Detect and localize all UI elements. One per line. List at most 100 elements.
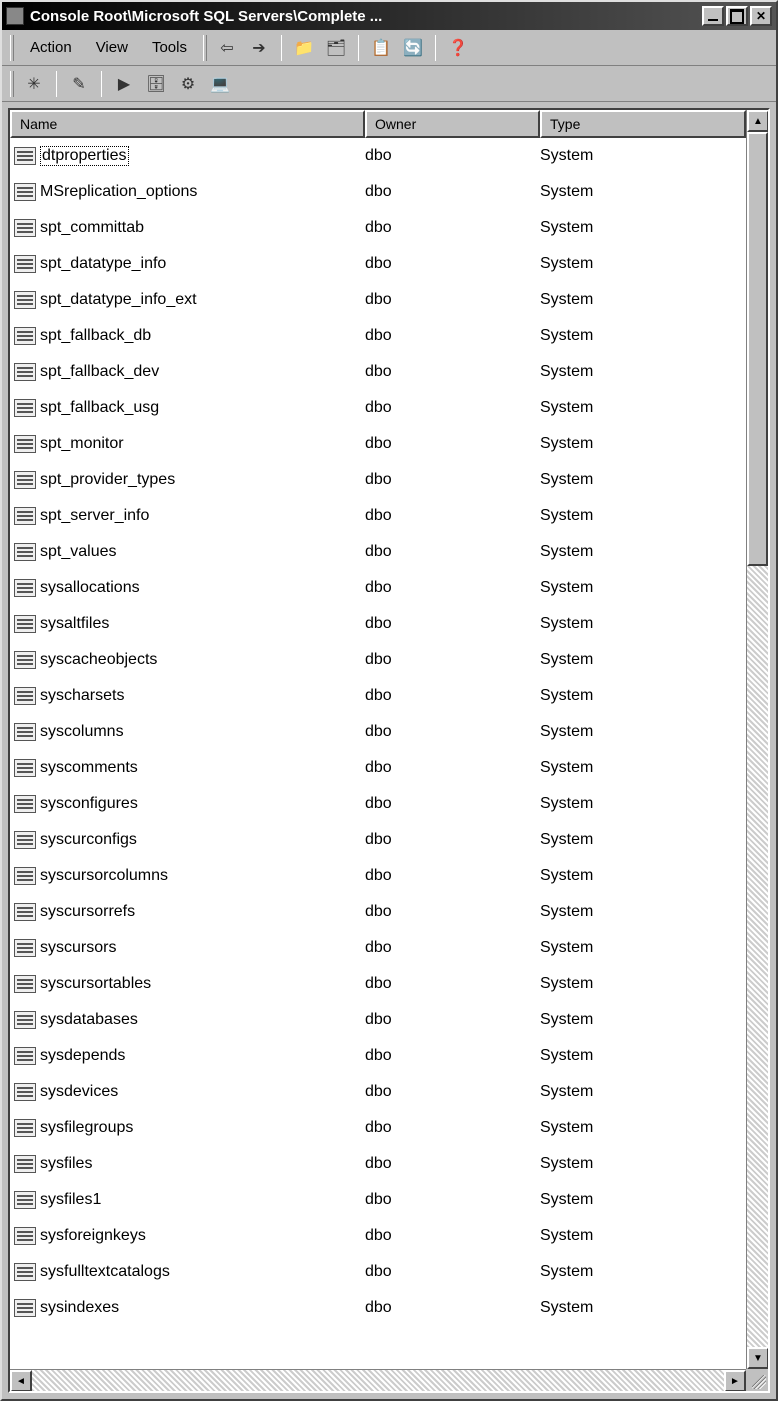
- toolbar-grip[interactable]: [203, 35, 207, 61]
- toolbar-grip[interactable]: [10, 71, 14, 97]
- column-header-type[interactable]: Type: [540, 110, 746, 138]
- cell-name[interactable]: syscursorcolumns: [14, 867, 365, 885]
- cell-name[interactable]: sysconfigures: [14, 795, 365, 813]
- table-row[interactable]: sysfilesdboSystem: [10, 1146, 746, 1182]
- table-row[interactable]: spt_monitordboSystem: [10, 426, 746, 462]
- table-row[interactable]: sysdatabasesdboSystem: [10, 1002, 746, 1038]
- database-icon[interactable]: 🗄: [142, 70, 170, 98]
- table-row[interactable]: spt_committabdboSystem: [10, 210, 746, 246]
- scroll-up-button[interactable]: ▲: [747, 110, 768, 132]
- cell-name[interactable]: syscursors: [14, 939, 365, 957]
- cell-name[interactable]: syscursorrefs: [14, 903, 365, 921]
- table-row[interactable]: spt_provider_typesdboSystem: [10, 462, 746, 498]
- query-icon[interactable]: 💻: [206, 70, 234, 98]
- menu-tools[interactable]: Tools: [140, 35, 199, 60]
- cell-name[interactable]: sysdepends: [14, 1047, 365, 1065]
- table-row[interactable]: syscacheobjectsdboSystem: [10, 642, 746, 678]
- cell-name[interactable]: syscolumns: [14, 723, 365, 741]
- horizontal-scrollbar[interactable]: ◄ ►: [10, 1369, 746, 1391]
- toolbar-grip[interactable]: [10, 35, 14, 61]
- cell-name[interactable]: sysallocations: [14, 579, 365, 597]
- cell-name[interactable]: dtproperties: [14, 146, 365, 166]
- titlebar[interactable]: Console Root\Microsoft SQL Servers\Compl…: [2, 2, 776, 30]
- column-header-name[interactable]: Name: [10, 110, 365, 138]
- new-sparkle-icon[interactable]: ✳: [20, 70, 48, 98]
- cell-name[interactable]: syscursortables: [14, 975, 365, 993]
- table-row[interactable]: syscharsetsdboSystem: [10, 678, 746, 714]
- table-row[interactable]: sysfilegroupsdboSystem: [10, 1110, 746, 1146]
- menu-view[interactable]: View: [84, 35, 140, 60]
- properties-icon[interactable]: 📋: [367, 34, 395, 62]
- table-body[interactable]: dtpropertiesdboSystemMSreplication_optio…: [10, 138, 746, 1369]
- table-row[interactable]: sysallocationsdboSystem: [10, 570, 746, 606]
- vertical-scrollbar[interactable]: ▲ ▼: [746, 110, 768, 1369]
- cell-name[interactable]: spt_monitor: [14, 435, 365, 453]
- cell-name[interactable]: spt_fallback_dev: [14, 363, 365, 381]
- help-icon[interactable]: ❓: [444, 34, 472, 62]
- cell-name[interactable]: MSreplication_options: [14, 183, 365, 201]
- service-icon[interactable]: ⚙: [174, 70, 202, 98]
- forward-arrow-icon[interactable]: ➔: [245, 34, 273, 62]
- table-row[interactable]: syscurconfigsdboSystem: [10, 822, 746, 858]
- table-row[interactable]: syscommentsdboSystem: [10, 750, 746, 786]
- table-row[interactable]: syscolumnsdboSystem: [10, 714, 746, 750]
- scroll-down-button[interactable]: ▼: [747, 1347, 768, 1369]
- cell-name[interactable]: sysforeignkeys: [14, 1227, 365, 1245]
- table-row[interactable]: spt_fallback_usgdboSystem: [10, 390, 746, 426]
- scroll-track-h[interactable]: [32, 1370, 724, 1391]
- show-list-icon[interactable]: 🗂: [322, 34, 350, 62]
- cell-name[interactable]: syscacheobjects: [14, 651, 365, 669]
- cell-name[interactable]: spt_server_info: [14, 507, 365, 525]
- cell-name[interactable]: syscharsets: [14, 687, 365, 705]
- scroll-left-button[interactable]: ◄: [10, 1370, 32, 1392]
- cell-name[interactable]: sysindexes: [14, 1299, 365, 1317]
- column-header-owner[interactable]: Owner: [365, 110, 540, 138]
- scroll-track[interactable]: [747, 132, 768, 1347]
- table-row[interactable]: spt_fallback_dbdboSystem: [10, 318, 746, 354]
- cell-name[interactable]: spt_values: [14, 543, 365, 561]
- cell-name[interactable]: sysfulltextcatalogs: [14, 1263, 365, 1281]
- cell-name[interactable]: sysfilegroups: [14, 1119, 365, 1137]
- table-row[interactable]: sysconfiguresdboSystem: [10, 786, 746, 822]
- refresh-icon[interactable]: 🔄: [399, 34, 427, 62]
- cell-name[interactable]: spt_committab: [14, 219, 365, 237]
- back-arrow-icon[interactable]: ⇦: [213, 34, 241, 62]
- table-row[interactable]: sysfulltextcatalogsdboSystem: [10, 1254, 746, 1290]
- table-row[interactable]: sysdevicesdboSystem: [10, 1074, 746, 1110]
- minimize-button[interactable]: [702, 6, 724, 26]
- cell-name[interactable]: syscomments: [14, 759, 365, 777]
- table-row[interactable]: sysforeignkeysdboSystem: [10, 1218, 746, 1254]
- table-row[interactable]: syscursorrefsdboSystem: [10, 894, 746, 930]
- cell-name[interactable]: sysaltfiles: [14, 615, 365, 633]
- cell-name[interactable]: syscurconfigs: [14, 831, 365, 849]
- scroll-right-button[interactable]: ►: [724, 1370, 746, 1392]
- cell-name[interactable]: sysdatabases: [14, 1011, 365, 1029]
- cell-name[interactable]: spt_provider_types: [14, 471, 365, 489]
- cell-name[interactable]: spt_fallback_db: [14, 327, 365, 345]
- table-row[interactable]: MSreplication_optionsdboSystem: [10, 174, 746, 210]
- table-row[interactable]: spt_fallback_devdboSystem: [10, 354, 746, 390]
- scroll-thumb[interactable]: [747, 132, 768, 566]
- table-row[interactable]: syscursorsdboSystem: [10, 930, 746, 966]
- table-row[interactable]: syscursortablesdboSystem: [10, 966, 746, 1002]
- resize-grip[interactable]: [746, 1369, 768, 1391]
- table-row[interactable]: sysaltfilesdboSystem: [10, 606, 746, 642]
- table-row[interactable]: spt_datatype_infodboSystem: [10, 246, 746, 282]
- cell-name[interactable]: sysdevices: [14, 1083, 365, 1101]
- cell-name[interactable]: spt_fallback_usg: [14, 399, 365, 417]
- up-folder-icon[interactable]: 📁: [290, 34, 318, 62]
- cell-name[interactable]: sysfiles1: [14, 1191, 365, 1209]
- menu-action[interactable]: Action: [18, 35, 84, 60]
- table-row[interactable]: sysindexesdboSystem: [10, 1290, 746, 1326]
- close-button[interactable]: ✕: [750, 6, 772, 26]
- table-row[interactable]: dtpropertiesdboSystem: [10, 138, 746, 174]
- table-row[interactable]: spt_valuesdboSystem: [10, 534, 746, 570]
- table-row[interactable]: spt_datatype_info_extdboSystem: [10, 282, 746, 318]
- scroll-track-empty[interactable]: [747, 566, 768, 1347]
- table-row[interactable]: sysdependsdboSystem: [10, 1038, 746, 1074]
- table-row[interactable]: sysfiles1dboSystem: [10, 1182, 746, 1218]
- maximize-button[interactable]: [726, 6, 748, 26]
- table-row[interactable]: syscursorcolumnsdboSystem: [10, 858, 746, 894]
- table-row[interactable]: spt_server_infodboSystem: [10, 498, 746, 534]
- cell-name[interactable]: spt_datatype_info_ext: [14, 291, 365, 309]
